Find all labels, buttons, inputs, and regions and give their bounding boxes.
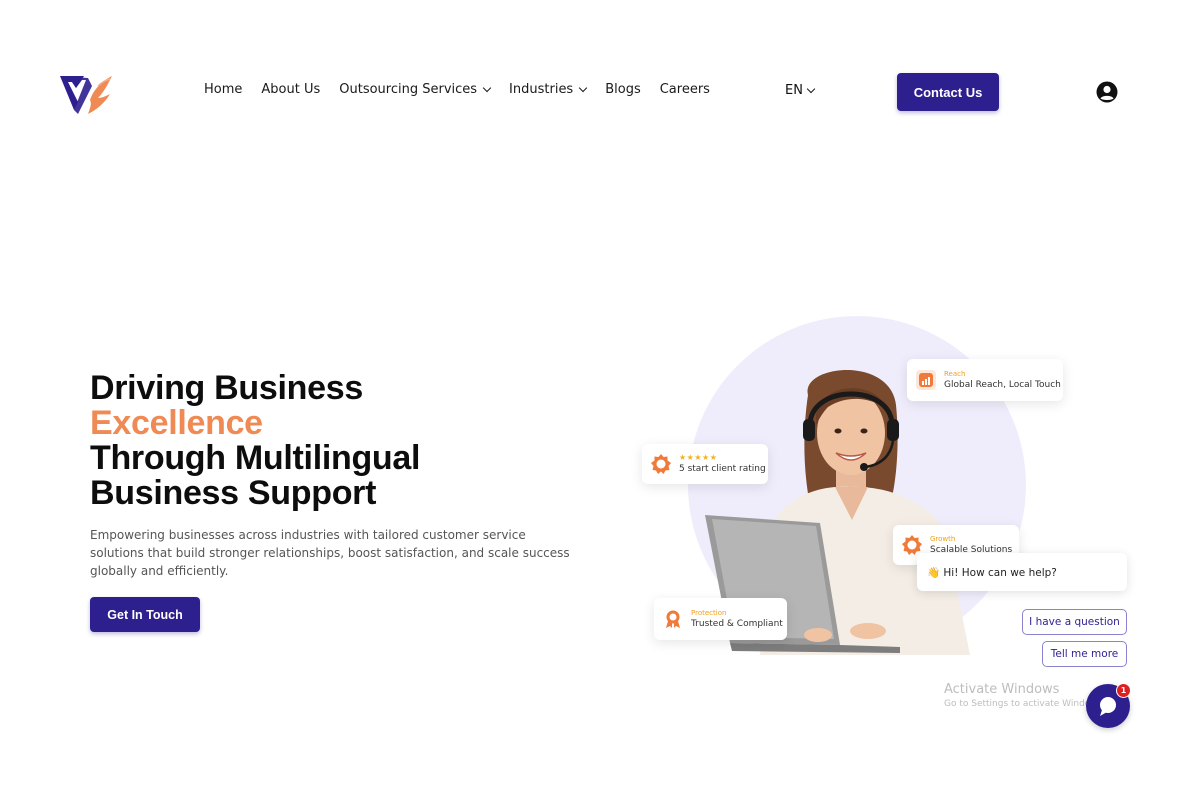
nav-blogs-label: Blogs (605, 82, 641, 97)
brand-logo[interactable] (58, 72, 114, 118)
nav-industries[interactable]: Industries (509, 82, 588, 97)
language-label: EN (785, 83, 803, 98)
rating-card-text: 5 start client rating (679, 464, 766, 474)
nav-blogs[interactable]: Blogs (605, 82, 641, 97)
notification-badge: 1 (1116, 683, 1131, 698)
hero-title-accent: Excellence (90, 404, 263, 442)
hero-title-line: Through Multilingual (90, 439, 421, 477)
hero-title-line: Driving Business (90, 369, 363, 407)
watermark-subtitle: Go to Settings to activate Windows. (944, 699, 1106, 709)
chat-option-tell-more-button[interactable]: Tell me more (1042, 641, 1127, 667)
star-rating-icon: ★★★★★ (679, 453, 718, 462)
hero-title: Driving Business Excellence Through Mult… (90, 371, 550, 511)
activate-windows-watermark: Activate Windows Go to Settings to activ… (944, 682, 1105, 709)
nav-outsourcing-label: Outsourcing Services (339, 82, 478, 97)
nav-about-us[interactable]: About Us (261, 82, 320, 97)
hero-title-line: Business Support (90, 474, 377, 512)
rating-card: ★★★★★ 5 start client rating (642, 444, 768, 484)
watermark-title: Activate Windows (944, 682, 1060, 697)
user-account-icon[interactable] (1096, 81, 1118, 103)
reach-card-text: Global Reach, Local Touch (944, 380, 1061, 390)
nav-home[interactable]: Home (204, 82, 242, 97)
chat-icon (1100, 697, 1116, 716)
main-nav: Home About Us Outsourcing Services Indus… (204, 82, 710, 97)
protection-card-text: Trusted & Compliant (691, 619, 783, 629)
badge-icon (651, 454, 671, 474)
protection-card-tag: Protection (691, 609, 727, 617)
award-ribbon-icon (663, 609, 683, 629)
language-selector[interactable]: EN (785, 83, 816, 98)
nav-careers[interactable]: Careers (660, 82, 710, 97)
chevron-down-icon (806, 84, 816, 93)
reach-card: Reach Global Reach, Local Touch (907, 359, 1063, 401)
nav-about-label: About Us (261, 82, 321, 97)
hero-description: Empowering businesses across industries … (90, 528, 570, 578)
chevron-down-icon (578, 83, 588, 92)
protection-card: Protection Trusted & Compliant (654, 598, 787, 640)
growth-card-tag: Growth (930, 535, 956, 543)
contact-us-button[interactable]: Contact Us (897, 73, 999, 111)
nav-careers-label: Careers (659, 82, 710, 97)
nav-outsourcing-services[interactable]: Outsourcing Services (339, 82, 492, 97)
chevron-down-icon (482, 83, 492, 92)
nav-home-label: Home (204, 82, 243, 97)
nav-industries-label: Industries (509, 82, 574, 97)
chat-option-question-button[interactable]: I have a question (1022, 609, 1127, 635)
badge-icon (902, 535, 922, 555)
reach-card-tag: Reach (944, 370, 966, 378)
get-in-touch-button[interactable]: Get In Touch (90, 597, 200, 632)
bar-chart-icon (916, 370, 936, 390)
chat-greeting-bubble: 👋 Hi! How can we help? (917, 553, 1127, 591)
